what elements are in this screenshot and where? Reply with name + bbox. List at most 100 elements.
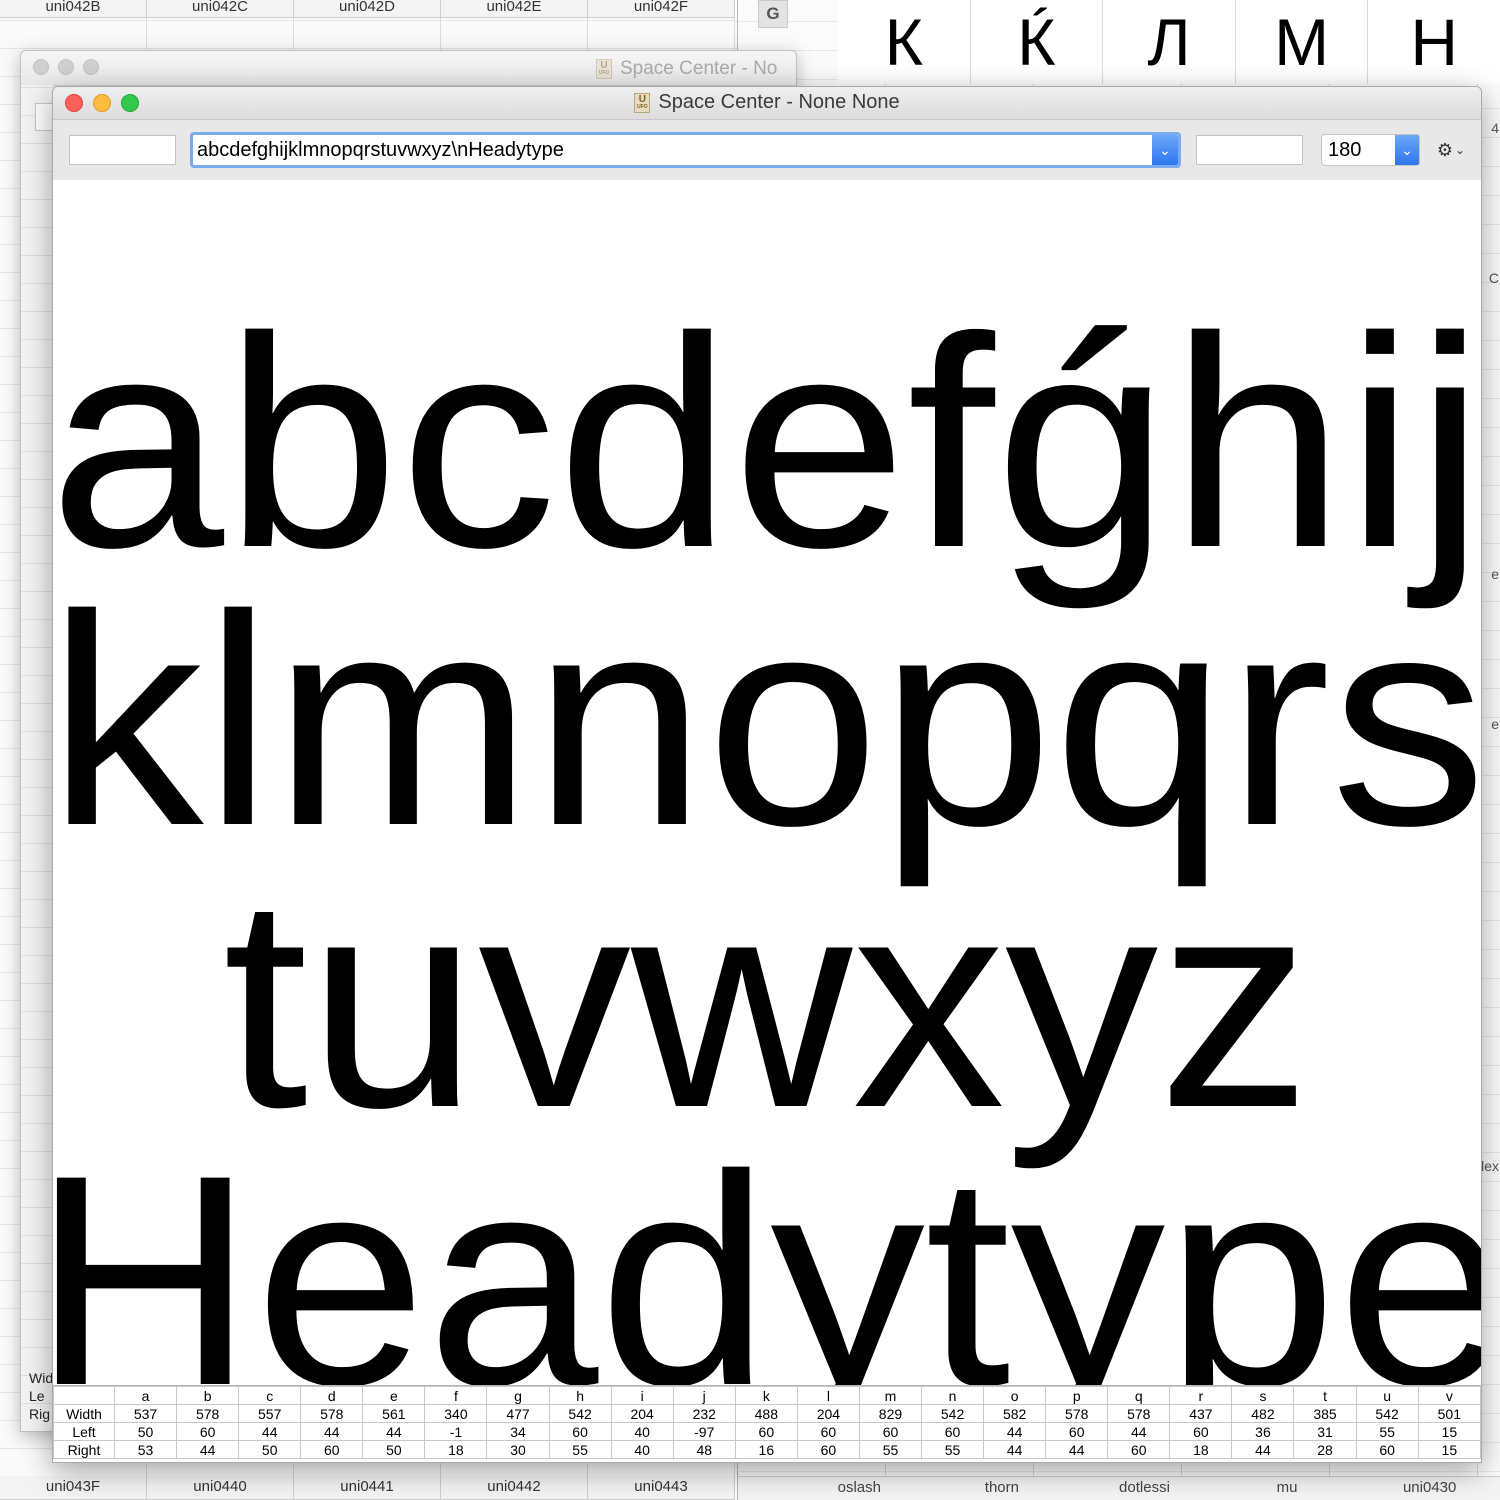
right-value-cell[interactable]: 55 bbox=[548, 1440, 612, 1459]
width-value-cell[interactable]: 582 bbox=[983, 1404, 1047, 1423]
right-value-cell[interactable]: 16 bbox=[734, 1440, 798, 1459]
glyph-column-header[interactable]: i bbox=[610, 1386, 674, 1405]
left-value-cell[interactable]: 60 bbox=[858, 1422, 923, 1441]
right-value-cell[interactable]: 50 bbox=[238, 1440, 302, 1459]
glyph-column-header[interactable]: v bbox=[1417, 1386, 1481, 1405]
glyph-column-header[interactable]: u bbox=[1355, 1386, 1419, 1405]
glyph-column-header[interactable]: m bbox=[858, 1386, 923, 1405]
glyph-cell[interactable]: uni0442 bbox=[441, 1476, 588, 1500]
glyph-cell[interactable]: Л bbox=[1103, 0, 1236, 84]
titlebar[interactable]: U UFO Space Center - None None bbox=[53, 87, 1481, 120]
size-input[interactable] bbox=[1322, 135, 1395, 165]
glyph-tab[interactable]: G bbox=[758, 0, 788, 28]
left-value-cell[interactable]: 50 bbox=[113, 1422, 178, 1441]
right-value-cell[interactable]: 60 bbox=[1355, 1440, 1419, 1459]
width-value-cell[interactable]: 557 bbox=[238, 1404, 302, 1423]
left-value-cell[interactable]: 36 bbox=[1231, 1422, 1295, 1441]
glyph-cell[interactable]: uni0443 bbox=[588, 1476, 735, 1500]
right-value-cell[interactable]: 15 bbox=[1417, 1440, 1481, 1459]
post-text-input[interactable] bbox=[1196, 135, 1303, 165]
width-value-cell[interactable]: 542 bbox=[548, 1404, 612, 1423]
left-value-cell[interactable]: 44 bbox=[983, 1422, 1047, 1441]
right-value-cell[interactable]: 60 bbox=[300, 1440, 364, 1459]
left-value-cell[interactable]: 31 bbox=[1293, 1422, 1357, 1441]
left-value-cell[interactable]: 60 bbox=[1045, 1422, 1109, 1441]
width-value-cell[interactable]: 437 bbox=[1169, 1404, 1233, 1423]
width-value-cell[interactable]: 488 bbox=[734, 1404, 798, 1423]
glyph-cell[interactable]: uni043F bbox=[0, 1476, 147, 1500]
glyph-name[interactable]: oslash bbox=[788, 1477, 931, 1500]
left-value-cell[interactable]: 60 bbox=[176, 1422, 240, 1441]
pre-text-input[interactable] bbox=[69, 135, 176, 165]
width-value-cell[interactable]: 501 bbox=[1417, 1404, 1481, 1423]
glyph-cell[interactable]: uni042F bbox=[588, 0, 735, 18]
glyph-name[interactable]: uni0430 bbox=[1358, 1477, 1500, 1500]
glyph-cell[interactable]: uni042D bbox=[294, 0, 441, 18]
left-value-cell[interactable]: -97 bbox=[672, 1422, 736, 1441]
glyph-cell[interactable]: Н bbox=[1368, 0, 1500, 84]
width-value-cell[interactable]: 385 bbox=[1293, 1404, 1357, 1423]
glyph-name[interactable]: mu bbox=[1216, 1477, 1359, 1500]
glyph-cell[interactable]: uni042B bbox=[0, 0, 147, 18]
glyph-column-header[interactable]: s bbox=[1231, 1386, 1295, 1405]
glyph-name[interactable]: thorn bbox=[931, 1477, 1074, 1500]
space-center-window[interactable]: UUFO Space Center - None None ⌄ ⌄ ⚙ ⌄ ab… bbox=[52, 86, 1482, 1463]
close-button[interactable] bbox=[33, 59, 49, 75]
glyph-column-header[interactable]: b bbox=[176, 1386, 240, 1405]
minimize-button[interactable] bbox=[58, 59, 74, 75]
right-value-cell[interactable]: 53 bbox=[113, 1440, 178, 1459]
glyph-column-header[interactable]: q bbox=[1107, 1386, 1171, 1405]
right-value-cell[interactable]: 40 bbox=[610, 1440, 674, 1459]
chevron-down-icon[interactable]: ⌄ bbox=[1152, 135, 1178, 165]
glyph-cell[interactable]: uni042E bbox=[441, 0, 588, 18]
glyph-column-header[interactable]: r bbox=[1169, 1386, 1233, 1405]
left-value-cell[interactable]: 34 bbox=[486, 1422, 550, 1441]
width-value-cell[interactable]: 537 bbox=[113, 1404, 178, 1423]
left-value-cell[interactable]: -1 bbox=[424, 1422, 488, 1441]
glyph-column-header[interactable]: a bbox=[113, 1386, 178, 1405]
right-value-cell[interactable]: 44 bbox=[1045, 1440, 1109, 1459]
right-value-cell[interactable]: 30 bbox=[486, 1440, 550, 1459]
glyph-cell[interactable]: Ќ bbox=[971, 0, 1104, 84]
width-value-cell[interactable]: 578 bbox=[1045, 1404, 1109, 1423]
left-value-cell[interactable]: 40 bbox=[610, 1422, 674, 1441]
glyph-column-header[interactable]: k bbox=[734, 1386, 798, 1405]
width-value-cell[interactable]: 477 bbox=[486, 1404, 550, 1423]
width-value-cell[interactable]: 542 bbox=[921, 1404, 985, 1423]
right-value-cell[interactable]: 44 bbox=[176, 1440, 240, 1459]
right-value-cell[interactable]: 60 bbox=[796, 1440, 860, 1459]
width-value-cell[interactable]: 542 bbox=[1355, 1404, 1419, 1423]
glyph-column-header[interactable]: e bbox=[362, 1386, 426, 1405]
glyph-column-header[interactable]: c bbox=[238, 1386, 302, 1405]
left-value-cell[interactable]: 60 bbox=[1169, 1422, 1233, 1441]
glyph-cell[interactable]: uni042C bbox=[147, 0, 294, 18]
right-value-cell[interactable]: 18 bbox=[1169, 1440, 1233, 1459]
width-value-cell[interactable]: 340 bbox=[424, 1404, 488, 1423]
left-value-cell[interactable]: 44 bbox=[300, 1422, 364, 1441]
left-value-cell[interactable]: 44 bbox=[362, 1422, 426, 1441]
text-combobox[interactable]: ⌄ bbox=[190, 132, 1181, 168]
width-value-cell[interactable]: 204 bbox=[610, 1404, 674, 1423]
glyph-column-header[interactable]: g bbox=[486, 1386, 550, 1405]
glyph-column-header[interactable]: j bbox=[672, 1386, 736, 1405]
titlebar[interactable]: U UFO Space Center - No bbox=[21, 51, 796, 86]
width-value-cell[interactable]: 578 bbox=[1107, 1404, 1171, 1423]
right-value-cell[interactable]: 44 bbox=[1231, 1440, 1295, 1459]
left-value-cell[interactable]: 60 bbox=[796, 1422, 860, 1441]
width-value-cell[interactable]: 578 bbox=[176, 1404, 240, 1423]
glyph-column-header[interactable]: n bbox=[921, 1386, 985, 1405]
right-value-cell[interactable]: 48 bbox=[672, 1440, 736, 1459]
left-value-cell[interactable]: 60 bbox=[921, 1422, 985, 1441]
left-value-cell[interactable]: 44 bbox=[1107, 1422, 1171, 1441]
right-value-cell[interactable]: 50 bbox=[362, 1440, 426, 1459]
chevron-down-icon[interactable]: ⌄ bbox=[1395, 135, 1419, 165]
zoom-button[interactable] bbox=[83, 59, 99, 75]
glyph-column-header[interactable]: d bbox=[300, 1386, 364, 1405]
width-value-cell[interactable]: 482 bbox=[1231, 1404, 1295, 1423]
width-value-cell[interactable]: 578 bbox=[300, 1404, 364, 1423]
right-value-cell[interactable]: 44 bbox=[983, 1440, 1047, 1459]
options-menu-button[interactable]: ⚙ ⌄ bbox=[1431, 138, 1471, 162]
width-value-cell[interactable]: 829 bbox=[858, 1404, 923, 1423]
glyph-cell[interactable]: М bbox=[1236, 0, 1369, 84]
right-value-cell[interactable]: 60 bbox=[1107, 1440, 1171, 1459]
